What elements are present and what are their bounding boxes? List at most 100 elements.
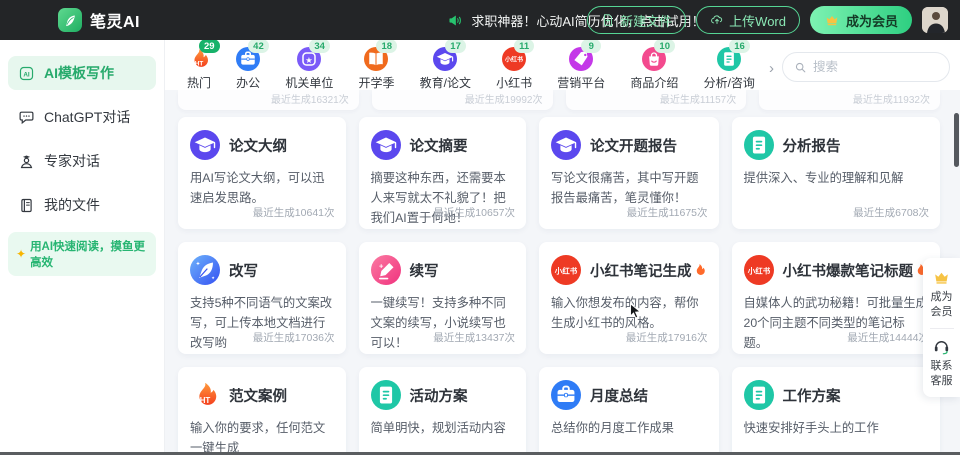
file-plus-icon [604, 14, 613, 26]
tab-office[interactable]: 42 办公 [236, 40, 269, 91]
card-title: 范文案例 [229, 388, 287, 405]
doc-icon [370, 380, 401, 410]
sidebar-item-label: 专家对话 [44, 153, 100, 169]
partial-card-footer: 最近生成11932次 [759, 90, 940, 110]
sidebar-item-expert-dialog[interactable]: 专家对话 [8, 144, 156, 178]
tab-hot[interactable]: HT 29 热门 [187, 40, 220, 91]
svg-text:小红书: 小红书 [747, 265, 770, 275]
tab-count-badge: 16 [729, 40, 750, 53]
partial-card-footer: 最近生成11157次 [565, 90, 747, 110]
sidebar-item-my-files[interactable]: 我的文件 [8, 188, 156, 222]
divider [929, 327, 954, 329]
tabs-more-chevron-icon[interactable]: › [769, 60, 774, 77]
card-description: 提供深入、专业的理解和见解 [743, 171, 904, 185]
topbar: 笔灵AI 求职神器！心动AI简历优化，点击试用！ 新建文件 上传Word 成为会… [0, 0, 960, 40]
tab-school-season[interactable]: 18 开学季 [358, 40, 398, 91]
tab-government[interactable]: ★ 34 机关单位 [285, 40, 333, 91]
search-box[interactable] [782, 52, 950, 82]
scrolled-cards-row: 最近生成16321次 最近生成19992次 最近生成11157次 最近生成11932次 [178, 90, 940, 110]
xhs-icon: 小红书 [743, 255, 774, 285]
tab-education-paper[interactable]: 17 教育/论文 [420, 40, 471, 91]
card-paper-proposal[interactable]: 论文开题报告 写论文很痛苦，其中写开题报告最痛苦，笔灵懂你！ 最近生成11675… [539, 117, 719, 229]
card-title: 改写 [229, 263, 258, 280]
card-title: 活动方案 [409, 388, 468, 405]
cloud-upload-icon [711, 15, 723, 24]
upload-word-button[interactable]: 上传Word [696, 6, 800, 34]
svg-text:+: + [378, 262, 383, 271]
ai-reading-promo[interactable]: ✦ 用AI快速阅读，摸鱼更高效 [8, 232, 156, 276]
doc-icon [743, 130, 774, 160]
floating-contact-service[interactable]: 联系客服 [930, 337, 954, 389]
ai-template-writing-icon: AI [18, 65, 35, 82]
tab-marketing[interactable]: 9 营销平台 [557, 40, 605, 91]
tab-product-intro[interactable]: 10 商品介绍 [630, 40, 678, 91]
card-xhs-hot-title[interactable]: 小红书 小红书爆款笔记标题 自媒体人的武功秘籍！可批量生成20个同主题不同类型的… [731, 242, 940, 354]
tab-count-badge: 17 [445, 40, 466, 53]
sidebar-item-label: ChatGPT对话 [44, 109, 131, 125]
tab-label: 热门 [187, 76, 212, 90]
my-files-icon [18, 197, 35, 214]
card-paper-outline[interactable]: 论文大纲 用AI写论文大纲，可以迅速启发思路。 最近生成10641次 [178, 117, 346, 229]
card-title: 小红书笔记生成 [590, 260, 707, 281]
card-title: 论文摘要 [409, 138, 468, 155]
tab-count-badge: 34 [309, 40, 330, 53]
sidebar-item-label: AI模板写作 [44, 65, 114, 81]
search-input[interactable] [813, 60, 938, 74]
sidebar-item-chatgpt-dialog[interactable]: ChatGPT对话 [8, 100, 156, 134]
main-content: HT 29 热门 42 办公 ★ 34 机关单位 18 开学季 17 教育/论文… [165, 40, 960, 455]
doc-icon [743, 380, 774, 410]
new-file-button[interactable]: 新建文件 [587, 6, 687, 34]
tab-label: 教育/论文 [419, 76, 471, 90]
card-description: 总结你的月度工作成果 [551, 421, 674, 435]
card-paper-abstract[interactable]: 论文摘要 摘要这种东西，还需要本人来写就太不礼貌了！把我们AI置于何地！ 最近生… [358, 117, 526, 229]
card-usage-count: 最近生成17036次 [252, 332, 335, 344]
floating-become-member[interactable]: 成为会员 [930, 268, 954, 320]
svg-text:HT: HT [200, 396, 211, 405]
card-work-plan[interactable]: 工作方案 快速安排好手头上的工作 [731, 367, 940, 455]
quill-icon: ✦ ✦ [190, 255, 220, 285]
card-title: 工作方案 [782, 388, 841, 405]
card-title: 小红书爆款笔记标题 [783, 260, 929, 281]
scrollbar-thumb[interactable] [954, 113, 959, 167]
tab-label: 营销平台 [557, 76, 606, 90]
search-icon [795, 62, 806, 72]
tab-xiaohongshu[interactable]: 小红书 11 小红书 [496, 40, 535, 91]
grad-cap-icon [370, 130, 401, 160]
svg-text:HT: HT [195, 60, 204, 67]
megaphone-icon [449, 15, 461, 25]
card-description: 用AI写论文大纲，可以迅速启发思路。 [190, 171, 325, 205]
card-analysis-report[interactable]: 分析报告 提供深入、专业的理解和见解 最近生成6708次 [731, 117, 940, 229]
tab-count-badge: 29 [199, 40, 220, 53]
card-continue-writing[interactable]: + 续写 一键续写！支持多种不同文案的续写，小说续写也可以！ 最近生成13437… [358, 242, 526, 354]
crown-icon [935, 272, 948, 284]
card-usage-count: 最近生成10657次 [433, 207, 515, 219]
sidebar-item-ai-template-writing[interactable]: AI AI模板写作 [8, 56, 156, 90]
partial-card-footer: 最近生成19992次 [371, 90, 553, 110]
crown-icon [826, 16, 838, 26]
card-monthly-summary[interactable]: 月度总结 总结你的月度工作成果 [539, 367, 719, 455]
svg-text:小红书: 小红书 [504, 56, 523, 64]
become-member-button[interactable]: 成为会员 [809, 6, 912, 34]
user-avatar[interactable] [922, 7, 948, 33]
tab-label: 开学季 [358, 76, 395, 90]
tab-analysis-consult[interactable]: 16 分析/咨询 [704, 40, 755, 91]
tab-label: 小红书 [496, 76, 533, 90]
grad-cap-icon [190, 130, 220, 160]
card-title: 论文开题报告 [590, 138, 677, 155]
card-sample-essay[interactable]: HT 范文案例 输入你的要求，任何范文一键生成 [178, 367, 346, 455]
card-description: 写论文很痛苦，其中写开题报告最痛苦，笔灵懂你！ [551, 171, 699, 205]
floating-side-panel: 成为会员 联系客服 [923, 258, 960, 398]
card-description: 输入你的要求，任何范文一键生成 [190, 421, 326, 455]
card-title: 续写 [409, 263, 439, 280]
card-xhs-note-generate[interactable]: 小红书 小红书笔记生成 输入你想发布的内容，帮你生成小红书的风格。 最近生成17… [539, 242, 719, 354]
card-usage-count: 最近生成10641次 [252, 207, 335, 219]
grad-cap-icon [551, 130, 581, 160]
svg-text:★: ★ [306, 56, 313, 65]
card-rewrite[interactable]: ✦ ✦ 改写 支持5种不同语气的文案改写，可上传本地文档进行改写哟 最近生成170… [178, 242, 346, 354]
logo-feather-icon [58, 8, 82, 32]
card-description: 快速安排好手头上的工作 [743, 421, 879, 435]
svg-text:✦: ✦ [211, 275, 215, 280]
sparkle-icon: ✦ [16, 247, 27, 261]
card-activity-plan[interactable]: 活动方案 简单明快，规划活动内容 [358, 367, 526, 455]
app-logo[interactable]: 笔灵AI [58, 8, 140, 32]
